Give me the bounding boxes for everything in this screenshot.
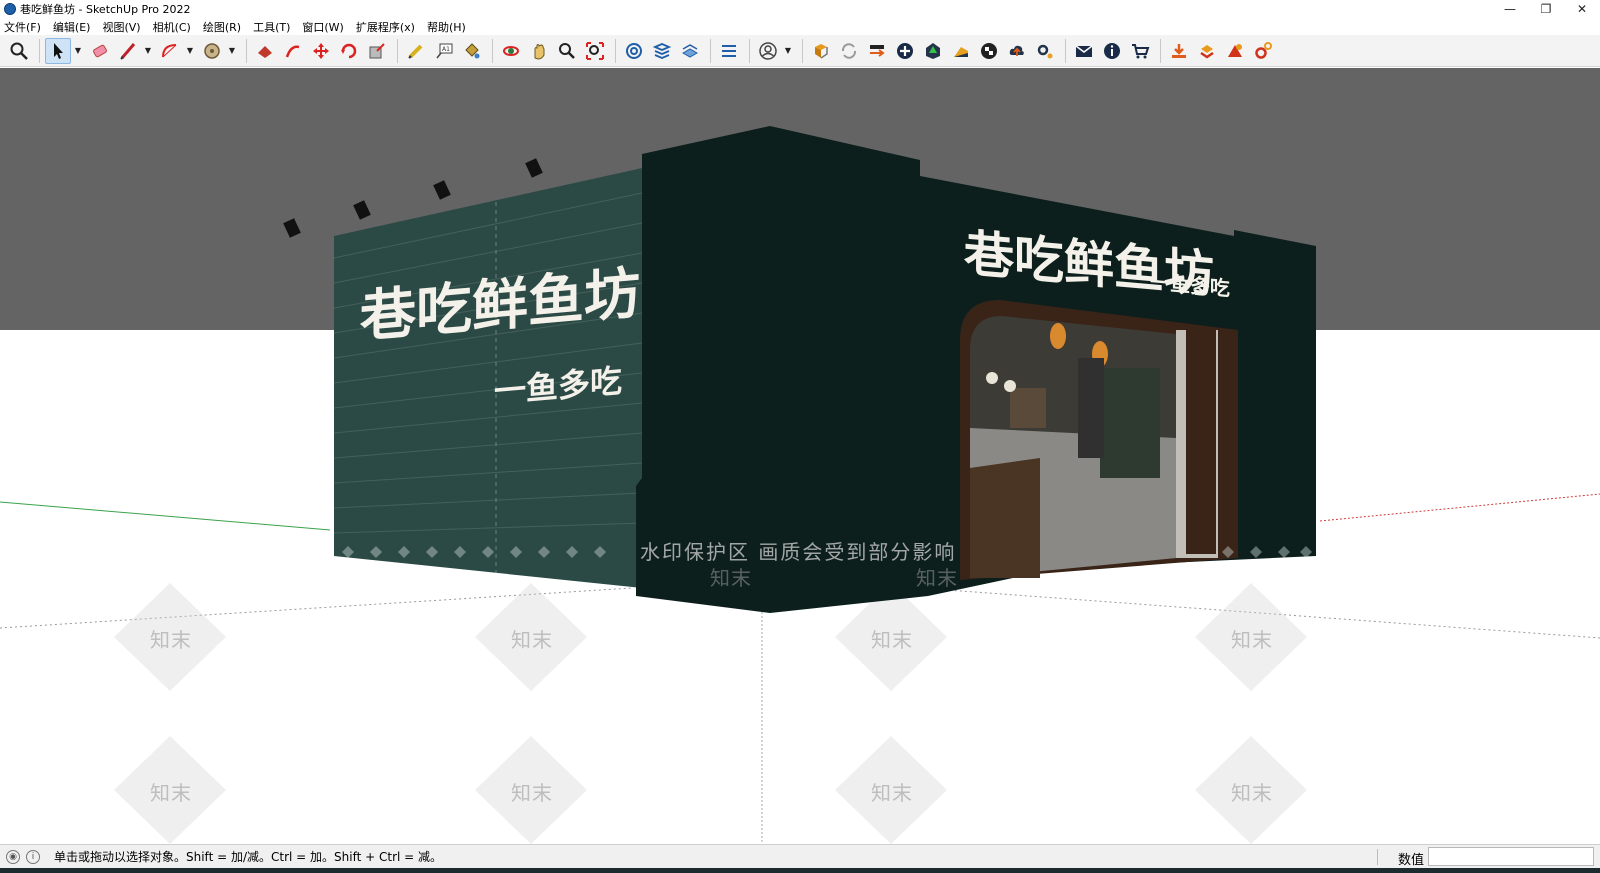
extension-warehouse-icon[interactable]: [808, 38, 834, 64]
eraser-icon[interactable]: [87, 38, 113, 64]
menu-camera[interactable]: 相机(C): [153, 19, 191, 35]
watermark-tile: 知末: [871, 781, 913, 805]
tape-icon[interactable]: [199, 38, 225, 64]
paint-bucket-icon[interactable]: [459, 38, 485, 64]
watermark-tile: 知末: [150, 628, 192, 652]
toolbar-separator: [710, 38, 711, 63]
text-icon[interactable]: A1: [431, 38, 457, 64]
styles-icon[interactable]: [677, 38, 703, 64]
measurements-input[interactable]: [1428, 847, 1594, 866]
mail-icon[interactable]: [1071, 38, 1097, 64]
palette-icon[interactable]: [948, 38, 974, 64]
pencil-icon[interactable]: [115, 38, 141, 64]
menu-tools[interactable]: 工具(T): [253, 19, 290, 35]
menu-extensions[interactable]: 扩展程序(x): [356, 19, 415, 35]
cloud-icon[interactable]: [1004, 38, 1030, 64]
toolbar-separator: [615, 38, 616, 63]
checker-icon[interactable]: [976, 38, 1002, 64]
cart-icon[interactable]: [1127, 38, 1153, 64]
menu-bar: 文件(F) 编辑(E) 视图(V) 相机(C) 绘图(R) 工具(T) 窗口(W…: [0, 18, 1600, 35]
scale-icon[interactable]: [364, 38, 390, 64]
toolbar-separator: [749, 38, 750, 63]
menu-help[interactable]: 帮助(H): [427, 19, 466, 35]
entrance[interactable]: [960, 300, 1238, 580]
gear-icon[interactable]: [1250, 38, 1276, 64]
arc-dropdown-icon[interactable]: ▼: [185, 38, 195, 64]
layers-icon[interactable]: [649, 38, 675, 64]
watermark-tile: 知末: [710, 566, 752, 590]
title-bar: 巷吃鲜鱼坊 - SketchUp Pro 2022 — ❐ ✕: [0, 0, 1600, 18]
orbit-icon[interactable]: [498, 38, 524, 64]
arc-icon[interactable]: [157, 38, 183, 64]
watermark-tile: 知末: [1231, 781, 1273, 805]
window-controls: — ❐ ✕: [1492, 0, 1600, 18]
toolbar-separator: [39, 38, 40, 63]
warehouse-icon[interactable]: [621, 38, 647, 64]
minimize-button[interactable]: —: [1492, 0, 1528, 18]
sketchup-logo-icon: [4, 3, 16, 15]
status-hint: 单击或拖动以选择对象。Shift = 加/减。Ctrl = 加。Shift + …: [54, 850, 443, 864]
watermark-tile: 知末: [871, 628, 913, 652]
add-icon[interactable]: [892, 38, 918, 64]
toolbar-separator: [1065, 38, 1066, 63]
render-icon[interactable]: [1222, 38, 1248, 64]
geo-location-icon[interactable]: ◉: [6, 849, 20, 864]
watermark-tile: 知末: [150, 781, 192, 805]
pan-icon[interactable]: [526, 38, 552, 64]
restore-button[interactable]: ❐: [1528, 0, 1564, 18]
toolbar-separator: [397, 38, 398, 63]
tape-measure-icon[interactable]: [403, 38, 429, 64]
menu-file[interactable]: 文件(F): [4, 19, 41, 35]
watermark-tile: 知末: [511, 781, 553, 805]
toolbar-separator: [1160, 38, 1161, 63]
toolbar-separator: [492, 38, 493, 63]
model-viewport[interactable]: 巷吃鲜鱼坊 一鱼多吃 巷吃鲜鱼坊 一鱼多吃 水印保护区 画质会受到部分影响 知末…: [0, 68, 1600, 844]
svg-text:A1: A1: [442, 46, 450, 53]
rotate-icon[interactable]: [336, 38, 362, 64]
followme-icon[interactable]: [280, 38, 306, 64]
import-icon[interactable]: [1166, 38, 1192, 64]
toolbar-separator: [802, 38, 803, 63]
tree-icon[interactable]: [920, 38, 946, 64]
status-divider: [1377, 849, 1378, 865]
status-bar: ◉ i 单击或拖动以选择对象。Shift = 加/减。Ctrl = 加。Shif…: [0, 844, 1600, 868]
watermark-tile: 知末: [1231, 628, 1273, 652]
zoom-extents-icon[interactable]: [582, 38, 608, 64]
settings-icon[interactable]: [1032, 38, 1058, 64]
menu-window[interactable]: 窗口(W): [302, 19, 343, 35]
watermark-notice: 水印保护区 画质会受到部分影响: [640, 540, 957, 564]
export-icon[interactable]: [864, 38, 890, 64]
scene-canvas[interactable]: 巷吃鲜鱼坊 一鱼多吃 巷吃鲜鱼坊 一鱼多吃: [0, 68, 1600, 844]
menu-edit[interactable]: 编辑(E): [53, 19, 91, 35]
close-button[interactable]: ✕: [1564, 0, 1600, 18]
refresh-icon[interactable]: [836, 38, 862, 64]
tape-dropdown-icon[interactable]: ▼: [227, 38, 237, 64]
zoom-window-icon[interactable]: [554, 38, 580, 64]
move-icon[interactable]: [308, 38, 334, 64]
watermark-tile: 知末: [916, 566, 958, 590]
select-dropdown-icon[interactable]: ▼: [73, 38, 83, 64]
taskbar-strip: [0, 868, 1600, 873]
main-toolbar: ▼ ▼ ▼ ▼ A1 ▼: [0, 35, 1600, 67]
pencil-dropdown-icon[interactable]: ▼: [143, 38, 153, 64]
menu-draw[interactable]: 绘图(R): [203, 19, 241, 35]
toolbar-separator: [246, 38, 247, 63]
account-dropdown-icon[interactable]: ▼: [783, 38, 793, 64]
zoom-icon[interactable]: [6, 38, 32, 64]
menu-view[interactable]: 视图(V): [102, 19, 140, 35]
window-title: 巷吃鲜鱼坊 - SketchUp Pro 2022: [20, 3, 191, 16]
measurements-label: 数值: [1397, 853, 1424, 868]
info-status-icon[interactable]: i: [26, 849, 40, 864]
upload-icon[interactable]: [1194, 38, 1220, 64]
select-icon[interactable]: [45, 37, 71, 64]
info-icon[interactable]: [1099, 38, 1125, 64]
sections-icon[interactable]: [716, 38, 742, 64]
account-icon[interactable]: [755, 38, 781, 64]
paint-icon[interactable]: [252, 38, 278, 64]
watermark-tile: 知末: [511, 628, 553, 652]
